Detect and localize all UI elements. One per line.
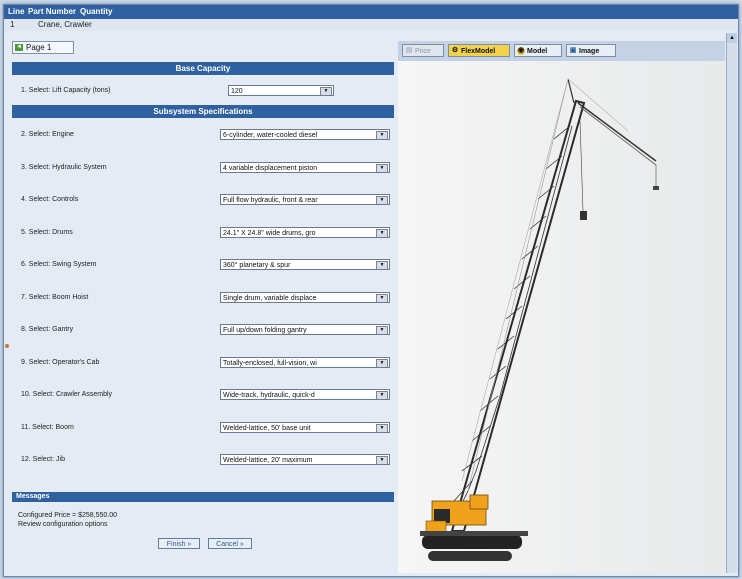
- operators-cab-select[interactable]: Totally-enclosed, full-vision, wi ▼: [220, 357, 390, 368]
- select-value: Totally-enclosed, full-vision, wi: [223, 360, 317, 367]
- window-resize-handle[interactable]: [5, 344, 9, 348]
- tab-flexmodel[interactable]: ⚙ FlexModel: [448, 44, 510, 57]
- select-value: Welded-lattice, 50' base unit: [223, 425, 311, 432]
- configured-price: Configured Price = $258,550.00: [18, 512, 118, 519]
- question-label: 2. Select: Engine: [21, 131, 74, 138]
- chevron-down-icon[interactable]: ▼: [376, 456, 388, 464]
- question-label: 1. Select: Lift Capacity (tons): [21, 87, 111, 94]
- question-label: 5. Select: Drums: [21, 229, 73, 236]
- page-tab-strip: ◄ Page 1: [4, 41, 396, 54]
- chevron-down-icon[interactable]: ▼: [376, 294, 388, 302]
- crawler-assembly-select[interactable]: Wide-track, hydraulic, quick-d ▼: [220, 389, 390, 400]
- drums-select[interactable]: 24.1" X 24.8" wide drums, gro ▼: [220, 227, 390, 238]
- tab-flexmodel-label: FlexModel: [461, 48, 496, 55]
- tab-price-label: Price: [415, 48, 431, 55]
- preview-tab-bar: ▤ Price ⚙ FlexModel ◉ Model ▣ Image: [398, 41, 725, 61]
- chevron-down-icon[interactable]: ▼: [376, 261, 388, 269]
- part-number-column-header: Part Number: [28, 7, 77, 16]
- tab-image[interactable]: ▣ Image: [566, 44, 616, 57]
- chevron-down-icon[interactable]: ▼: [376, 326, 388, 334]
- line-column-header: Line: [8, 7, 25, 16]
- model-icon: ◉: [517, 47, 525, 55]
- part-number: Crane, Crawler: [38, 20, 92, 29]
- tab-price[interactable]: ▤ Price: [402, 44, 444, 57]
- cancel-button[interactable]: Cancel »: [208, 538, 252, 549]
- question-label: 8. Select: Gantry: [21, 326, 74, 333]
- select-value: Wide-track, hydraulic, quick-d: [223, 392, 315, 399]
- line-number: 1: [10, 20, 15, 29]
- chevron-down-icon[interactable]: ▼: [376, 196, 388, 204]
- preview-panel: ▤ Price ⚙ FlexModel ◉ Model ▣ Image: [398, 41, 725, 573]
- swing-system-select[interactable]: 360° planetary & spur ▼: [220, 259, 390, 270]
- chevron-down-icon[interactable]: ▼: [376, 359, 388, 367]
- question-label: 6. Select: Swing System: [21, 261, 97, 268]
- messages-title: Messages: [16, 493, 50, 500]
- scroll-up-icon[interactable]: ▲: [727, 33, 737, 43]
- lift-capacity-select[interactable]: 120 ▼: [228, 85, 334, 96]
- review-message: Review configuration options: [18, 521, 108, 528]
- question-label: 4. Select: Controls: [21, 196, 79, 203]
- image-icon: ▣: [569, 47, 577, 54]
- question-label: 7. Select: Boom Hoist: [21, 294, 89, 301]
- chevron-down-icon[interactable]: ▼: [376, 424, 388, 432]
- quantity-column-header: Quantity: [80, 7, 113, 16]
- chevron-down-icon[interactable]: ▼: [376, 391, 388, 399]
- configuration-panel: Base Capacity 1. Select: Lift Capacity (…: [12, 54, 394, 528]
- select-value: 4 variable displacement piston: [223, 165, 318, 172]
- question-label: 11. Select: Boom: [21, 424, 74, 431]
- vertical-scrollbar[interactable]: ▲: [726, 33, 737, 573]
- question-label: 10. Select: Crawler Assembly: [21, 391, 113, 398]
- tab-model-label: Model: [527, 48, 548, 55]
- tab-model[interactable]: ◉ Model: [514, 44, 562, 57]
- column-header-bar: Line Part Number Quantity: [4, 5, 738, 19]
- select-value: Single drum, variable displace: [223, 295, 317, 302]
- price-icon: ▤: [405, 47, 413, 54]
- crawler-crane-image: [398, 61, 725, 573]
- subsystem-specifications-header: Subsystem Specifications: [12, 105, 394, 118]
- select-value: Welded-lattice, 20' maximum: [223, 457, 313, 464]
- select-value: Full up/down folding gantry: [223, 327, 307, 334]
- select-value: 360° planetary & spur: [223, 262, 291, 269]
- question-label: 12. Select: Jib: [21, 456, 65, 463]
- messages-header: Messages: [12, 492, 394, 502]
- crane-illustration: [398, 61, 725, 573]
- engine-select[interactable]: 6-cylinder, water-cooled diesel ▼: [220, 129, 390, 140]
- chevron-down-icon[interactable]: ▼: [376, 131, 388, 139]
- boom-hoist-select[interactable]: Single drum, variable displace ▼: [220, 292, 390, 303]
- chevron-down-icon[interactable]: ▼: [376, 164, 388, 172]
- chevron-down-icon[interactable]: ▼: [320, 87, 332, 95]
- question-label: 3. Select: Hydraulic System: [21, 164, 107, 171]
- hydraulic-system-select[interactable]: 4 variable displacement piston ▼: [220, 162, 390, 173]
- chevron-down-icon[interactable]: ▼: [376, 229, 388, 237]
- select-value: 120: [231, 88, 243, 95]
- flexmodel-icon: ⚙: [451, 47, 459, 54]
- base-capacity-header: Base Capacity: [12, 62, 394, 75]
- select-value: 6-cylinder, water-cooled diesel: [223, 132, 318, 139]
- select-value: Full flow hydraulic, front & rear: [223, 197, 318, 204]
- configurator-window: Line Part Number Quantity 1 Crane, Crawl…: [3, 4, 739, 577]
- question-label: 9. Select: Operator's Cab: [21, 359, 100, 366]
- page-icon: ◄: [15, 44, 23, 51]
- finish-button[interactable]: Finish »: [158, 538, 200, 549]
- boom-select[interactable]: Welded-lattice, 50' base unit ▼: [220, 422, 390, 433]
- tab-page-1-label: Page 1: [26, 43, 52, 52]
- tab-page-1[interactable]: ◄ Page 1: [12, 41, 74, 54]
- gantry-select[interactable]: Full up/down folding gantry ▼: [220, 324, 390, 335]
- controls-select[interactable]: Full flow hydraulic, front & rear ▼: [220, 194, 390, 205]
- line-item-row[interactable]: 1 Crane, Crawler: [4, 19, 738, 31]
- select-value: 24.1" X 24.8" wide drums, gro: [223, 230, 316, 237]
- tab-image-label: Image: [579, 48, 600, 55]
- jib-select[interactable]: Welded-lattice, 20' maximum ▼: [220, 454, 390, 465]
